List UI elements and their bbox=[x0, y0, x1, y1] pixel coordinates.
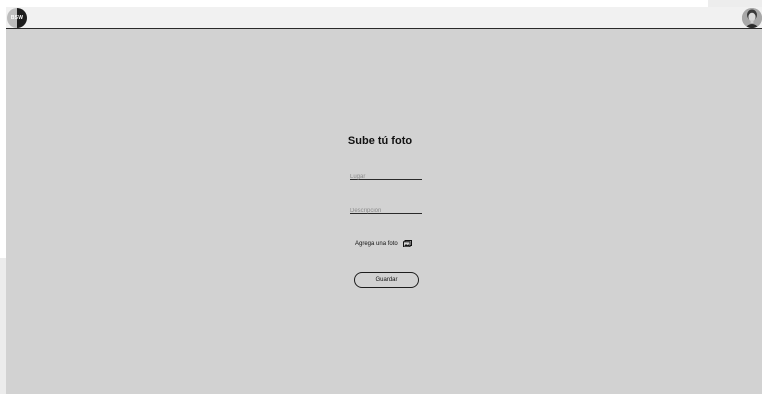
upload-form-area: Sube tú foto Agrega una foto Guardar bbox=[6, 29, 762, 394]
add-photo-button[interactable]: Agrega una foto bbox=[355, 240, 412, 247]
form-title: Sube tú foto bbox=[347, 135, 413, 147]
lugar-field bbox=[350, 165, 422, 184]
logo-text: BSW bbox=[10, 15, 24, 21]
lugar-input[interactable] bbox=[350, 170, 422, 184]
descripcion-input[interactable] bbox=[350, 204, 422, 218]
save-button[interactable]: Guardar bbox=[354, 272, 419, 288]
app-page: BSW Sube tú foto Agrega una foto bbox=[0, 0, 762, 394]
logo-icon[interactable]: BSW bbox=[7, 8, 27, 28]
user-avatar-icon[interactable] bbox=[742, 8, 762, 28]
add-photo-label: Agrega una foto bbox=[355, 240, 398, 247]
descripcion-field bbox=[350, 199, 422, 218]
image-icon bbox=[402, 240, 412, 247]
top-navbar: BSW bbox=[6, 7, 762, 29]
top-corner-strip bbox=[708, 0, 762, 7]
